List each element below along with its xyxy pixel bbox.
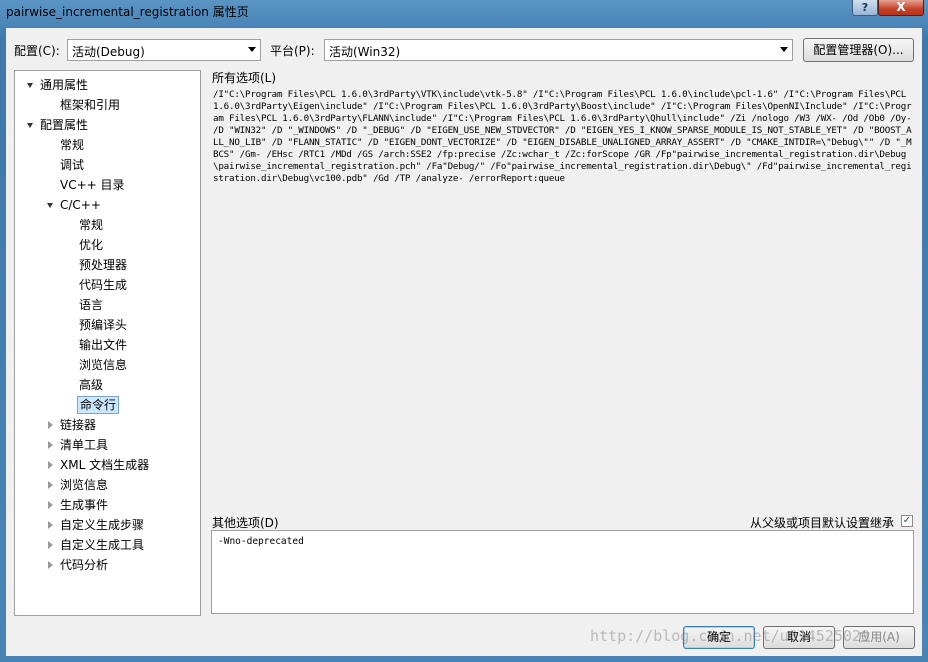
tree-item[interactable]: 高级 (15, 375, 200, 395)
expand-closed-icon[interactable] (48, 501, 53, 509)
tree-item[interactable]: VC++ 目录 (15, 175, 200, 195)
tree-item[interactable]: 浏览信息 (15, 355, 200, 375)
title-bar[interactable]: pairwise_incremental_registration 属性页 ? … (0, 0, 928, 24)
config-select[interactable]: 活动(Debug) (67, 39, 261, 61)
window-title: pairwise_incremental_registration 属性页 (6, 5, 249, 19)
tree-item-label: XML 文档生成器 (60, 458, 150, 472)
tree-item[interactable]: 配置属性 (15, 115, 200, 135)
expand-closed-icon[interactable] (48, 541, 53, 549)
all-options-field[interactable]: /I"C:\Program Files\PCL 1.6.0\3rdParty\V… (211, 86, 914, 510)
tree-item[interactable]: 通用属性 (15, 75, 200, 95)
tree-item-label: C/C++ (60, 198, 101, 212)
tree-item-label: 命令行 (77, 396, 120, 414)
all-options-label: 所有选项(L) (212, 71, 277, 85)
chevron-down-icon (780, 47, 788, 52)
tree-item-label: 预编译头 (79, 318, 128, 332)
tree-item-label: 输出文件 (79, 338, 128, 352)
tree-item-label: 链接器 (60, 418, 97, 432)
tree-item[interactable]: 浏览信息 (15, 475, 200, 495)
tree-item[interactable]: 常规 (15, 215, 200, 235)
tree-item[interactable]: 输出文件 (15, 335, 200, 355)
expand-open-icon[interactable] (47, 203, 53, 208)
tree-item[interactable]: 代码分析 (15, 555, 200, 575)
tree-item[interactable]: 调试 (15, 155, 200, 175)
expand-closed-icon[interactable] (48, 521, 53, 529)
tree-item[interactable]: C/C++ (15, 195, 200, 215)
tree-item[interactable]: 预编译头 (15, 315, 200, 335)
property-tree[interactable]: 通用属性 框架和引用 配置属性 常规 调试 VC++ 目录 C/C++ 常规 优化 预处理器 代码生… (14, 70, 201, 616)
tree-item[interactable]: 框架和引用 (15, 95, 200, 115)
config-label: 配置(C): (14, 44, 60, 58)
tree-item[interactable]: 命令行 (15, 395, 200, 415)
tree-item-label: 代码分析 (60, 558, 109, 572)
tree-item-label: VC++ 目录 (60, 178, 125, 192)
tree-item-label: 配置属性 (40, 118, 89, 132)
tree-item-label: 优化 (79, 238, 104, 252)
tree-item-label: 自定义生成工具 (60, 538, 145, 552)
close-icon[interactable]: X (878, 0, 924, 16)
tree-item-label: 浏览信息 (60, 478, 109, 492)
config-manager-button[interactable]: 配置管理器(O)... (803, 38, 914, 62)
expand-closed-icon[interactable] (48, 441, 53, 449)
other-options-input[interactable]: -Wno-deprecated (211, 530, 914, 614)
tree-item-label: 常规 (79, 218, 104, 232)
tree-item-label: 生成事件 (60, 498, 109, 512)
platform-label: 平台(P): (270, 44, 315, 58)
tree-item-label: 自定义生成步骤 (60, 518, 145, 532)
properties-window: pairwise_incremental_registration 属性页 ? … (0, 0, 928, 662)
config-select-value: 活动(Debug) (72, 45, 145, 59)
chevron-down-icon (248, 47, 256, 52)
all-options-text: /I"C:\Program Files\PCL 1.6.0\3rdParty\V… (213, 89, 912, 184)
tree-item-label: 高级 (79, 378, 104, 392)
other-options-label: 其他选项(D) (212, 516, 279, 530)
help-icon[interactable]: ? (852, 0, 878, 16)
expand-closed-icon[interactable] (48, 421, 53, 429)
tree-item-label: 常规 (60, 138, 85, 152)
tree-item[interactable]: 生成事件 (15, 495, 200, 515)
expand-closed-icon[interactable] (48, 461, 53, 469)
expand-closed-icon[interactable] (48, 561, 53, 569)
inherit-checkbox[interactable]: ✓ (901, 515, 913, 527)
inherit-label: 从父级或项目默认设置继承 (750, 516, 895, 530)
tree-item-label: 代码生成 (79, 278, 128, 292)
platform-select[interactable]: 活动(Win32) (324, 39, 793, 61)
tree-item-label: 框架和引用 (60, 98, 121, 112)
tree-item-label: 通用属性 (40, 78, 89, 92)
tree-item[interactable]: 代码生成 (15, 275, 200, 295)
tree-item-label: 语言 (79, 298, 104, 312)
expand-open-icon[interactable] (27, 83, 33, 88)
platform-select-value: 活动(Win32) (329, 45, 401, 59)
other-options-text: -Wno-deprecated (218, 536, 304, 547)
tree-item-label: 清单工具 (60, 438, 109, 452)
tree-item[interactable]: 优化 (15, 235, 200, 255)
expand-open-icon[interactable] (27, 123, 33, 128)
tree-item-label: 调试 (60, 158, 85, 172)
expand-closed-icon[interactable] (48, 481, 53, 489)
tree-item[interactable]: XML 文档生成器 (15, 455, 200, 475)
tree-item[interactable]: 自定义生成工具 (15, 535, 200, 555)
tree-item[interactable]: 自定义生成步骤 (15, 515, 200, 535)
tree-item[interactable]: 语言 (15, 295, 200, 315)
tree-item[interactable]: 常规 (15, 135, 200, 155)
tree-item[interactable]: 链接器 (15, 415, 200, 435)
watermark-text: http://blog.csdn.net/u014525029 (590, 627, 870, 645)
tree-item[interactable]: 清单工具 (15, 435, 200, 455)
tree-item[interactable]: 预处理器 (15, 255, 200, 275)
tree-item-label: 预处理器 (79, 258, 128, 272)
dialog-client-area: 配置(C): 活动(Debug) 平台(P): 活动(Win32) 配置管理器(… (6, 28, 922, 656)
tree-item-label: 浏览信息 (79, 358, 128, 372)
